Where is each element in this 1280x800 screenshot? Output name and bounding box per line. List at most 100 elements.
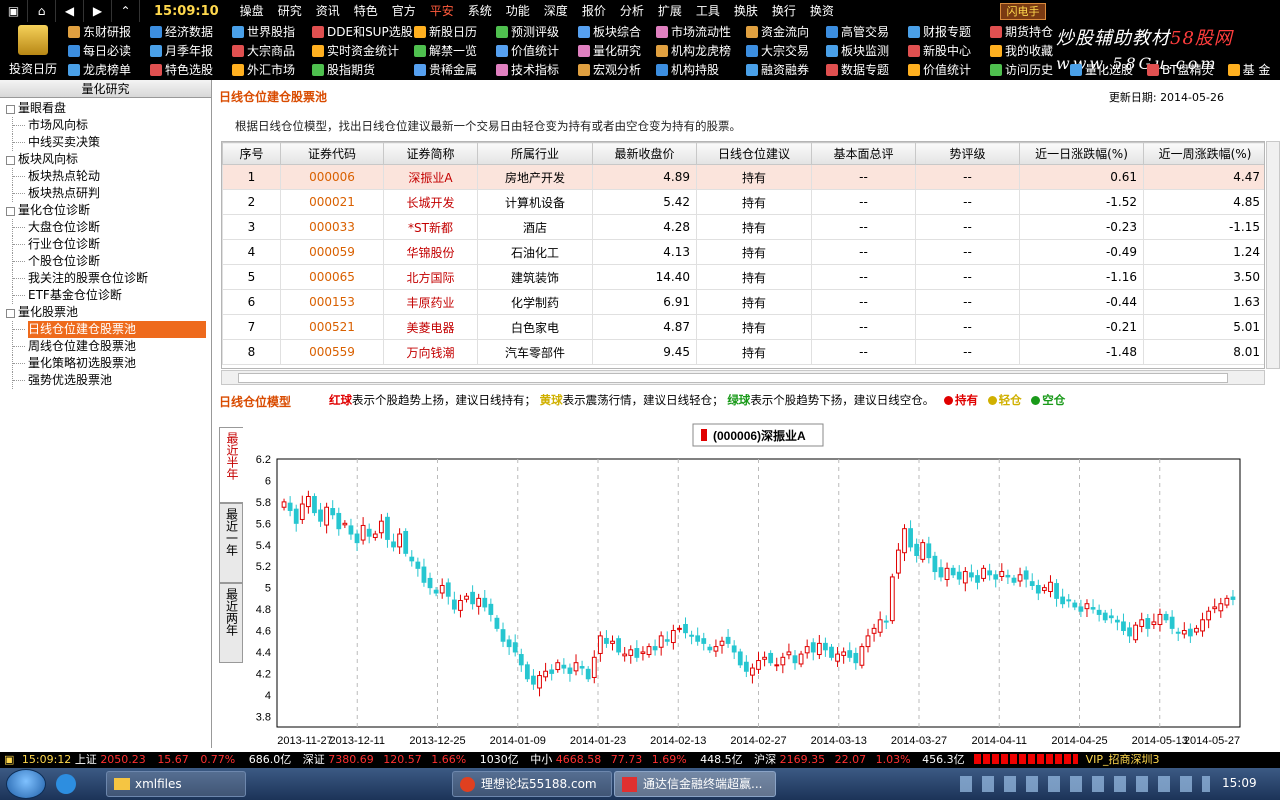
toolbar-item[interactable]: 外汇市场	[232, 60, 316, 79]
forward-icon[interactable]: ▶	[84, 0, 112, 22]
tab-two-years[interactable]: 最近两年	[219, 583, 243, 663]
vip-server[interactable]: VIP_招商深圳3	[1086, 753, 1160, 766]
table-row[interactable]: 7 000521 美菱电器 白色家电 4.87 持有 -- -- -0.21 5.01	[222, 314, 1264, 340]
menu-item-15[interactable]: 换资	[803, 0, 841, 22]
toolbar-item[interactable]: 实时资金统计	[312, 41, 399, 60]
toolbar-item[interactable]: 新股中心	[908, 41, 992, 60]
tree-node-10[interactable]: 我关注的股票仓位诊断	[0, 270, 211, 287]
toolbar-item[interactable]: 价值统计	[496, 41, 580, 60]
taskbar-clock[interactable]: 15:09	[1222, 776, 1257, 790]
toolbar-extra-item[interactable]: BT盘精灵	[1147, 60, 1214, 79]
toolbar-item[interactable]: 大宗交易	[746, 41, 830, 60]
tree-node-3[interactable]: 板块风向标	[0, 151, 211, 168]
back-icon[interactable]: ◀	[56, 0, 84, 22]
toolbar-item[interactable]: 价值统计	[908, 60, 992, 79]
toolbar-extra-item[interactable]: 基 金	[1227, 60, 1270, 79]
table-row[interactable]: 5 000065 北方国际 建筑装饰 14.40 持有 -- -- -1.16 3.50	[222, 264, 1264, 290]
taskbar-ie-icon[interactable]	[56, 774, 76, 794]
toolbar-item[interactable]: 预测评级	[496, 22, 580, 41]
home-icon[interactable]: ⌂	[28, 0, 56, 22]
toolbar-item[interactable]: 板块监测	[826, 41, 910, 60]
tree-node-9[interactable]: 个股仓位诊断	[0, 253, 211, 270]
menu-item-0[interactable]: 操盘	[233, 0, 271, 22]
column-header[interactable]: 最新收盘价	[592, 142, 697, 165]
tree-node-12[interactable]: 量化股票池	[0, 304, 211, 321]
toolbar-item[interactable]: 新股日历	[414, 22, 498, 41]
column-header[interactable]: 所属行业	[477, 142, 593, 165]
toolbar-item[interactable]: 经济数据	[150, 22, 234, 41]
tree-node-2[interactable]: 中线买卖决策	[0, 134, 211, 151]
toolbar-item[interactable]: 月季年报	[150, 41, 234, 60]
column-header[interactable]: 势评级	[915, 142, 1020, 165]
tree-node-13[interactable]: 日线仓位建仓股票池	[0, 321, 211, 338]
table-row[interactable]: 3 000033 *ST新都 酒店 4.28 持有 -- -- -0.23 -1.15	[222, 214, 1264, 240]
tree-node-1[interactable]: 市场风向标	[0, 117, 211, 134]
toolbar-item[interactable]: 宏观分析	[578, 60, 662, 79]
table-row[interactable]: 1 000006 深振业A 房地产开发 4.89 持有 -- -- 0.61 4.47	[222, 164, 1264, 190]
taskbar-item-forum[interactable]: 理想论坛55188.com	[452, 771, 612, 797]
table-vertical-scrollbar[interactable]	[1266, 141, 1280, 369]
toolbar-item[interactable]: 财报专题	[908, 22, 992, 41]
toolbar-item[interactable]: 技术指标	[496, 60, 580, 79]
column-header[interactable]: 基本面总评	[811, 142, 916, 165]
toolbar-extra-item[interactable]: 量化选股	[1070, 60, 1133, 79]
tree-node-5[interactable]: 板块热点研判	[0, 185, 211, 202]
toolbar-item[interactable]: 融资融券	[746, 60, 830, 79]
tree-node-15[interactable]: 量化策略初选股票池	[0, 355, 211, 372]
toolbar-item[interactable]: 市场流动性	[656, 22, 740, 41]
toolbar-item[interactable]: 数据专题	[826, 60, 910, 79]
flash-trade-button[interactable]: 闪电手	[1000, 3, 1046, 20]
menu-item-11[interactable]: 扩展	[651, 0, 689, 22]
column-header[interactable]: 证券代码	[280, 142, 384, 165]
menu-item-12[interactable]: 工具	[689, 0, 727, 22]
toolbar-item[interactable]: 每日必读	[68, 41, 152, 60]
menu-item-1[interactable]: 研究	[271, 0, 309, 22]
toolbar-item[interactable]: 资金流向	[746, 22, 830, 41]
tree-node-4[interactable]: 板块热点轮动	[0, 168, 211, 185]
menu-item-5[interactable]: 平安	[423, 0, 461, 22]
toolbar-item[interactable]: 世界股指	[232, 22, 316, 41]
toolbar-item[interactable]: DDE和SUP选股	[312, 22, 413, 41]
toolbar-item[interactable]: 机构持股	[656, 60, 740, 79]
column-header[interactable]: 证券简称	[383, 142, 478, 165]
toolbar-item[interactable]: 贵稀金属	[414, 60, 498, 79]
menu-item-14[interactable]: 换行	[765, 0, 803, 22]
taskbar-item-tdx[interactable]: 通达信金融终端超赢...	[614, 771, 776, 797]
tree-node-11[interactable]: ETF基金仓位诊断	[0, 287, 211, 304]
table-horizontal-scrollbar[interactable]	[221, 370, 1265, 385]
toolbar-item[interactable]: 板块综合	[578, 22, 662, 41]
column-header[interactable]: 近一周涨跌幅(%)	[1143, 142, 1264, 165]
tree-node-7[interactable]: 大盘仓位诊断	[0, 219, 211, 236]
scrollbar-thumb[interactable]	[238, 373, 1228, 383]
toolbar-item[interactable]: 东财研报	[68, 22, 152, 41]
tree-node-6[interactable]: 量化仓位诊断	[0, 202, 211, 219]
column-header[interactable]: 日线仓位建议	[696, 142, 812, 165]
tab-half-year[interactable]: 最近半年	[219, 427, 243, 503]
start-button[interactable]	[6, 769, 46, 799]
toolbar-item[interactable]: 股指期货	[312, 60, 396, 79]
menu-item-6[interactable]: 系统	[461, 0, 499, 22]
tree-node-16[interactable]: 强势优选股票池	[0, 372, 211, 389]
table-row[interactable]: 8 000559 万向钱潮 汽车零部件 9.45 持有 -- -- -1.48 8.01	[222, 339, 1264, 365]
toolbar-item[interactable]: 量化研究	[578, 41, 662, 60]
tab-one-year[interactable]: 最近一年	[219, 503, 243, 583]
menu-item-2[interactable]: 资讯	[309, 0, 347, 22]
menu-item-9[interactable]: 报价	[575, 0, 613, 22]
toolbar-item[interactable]: 解禁一览	[414, 41, 498, 60]
tray-icons[interactable]	[960, 776, 1210, 792]
column-header[interactable]: 近一日涨跌幅(%)	[1019, 142, 1144, 165]
menu-item-4[interactable]: 官方	[385, 0, 423, 22]
table-row[interactable]: 2 000021 长城开发 计算机设备 5.42 持有 -- -- -1.52 4.85	[222, 189, 1264, 215]
toolbar-item[interactable]: 机构龙虎榜	[656, 41, 740, 60]
toolbar-item[interactable]: 大宗商品	[232, 41, 316, 60]
tree-node-14[interactable]: 周线仓位建仓股票池	[0, 338, 211, 355]
table-row[interactable]: 6 000153 丰原药业 化学制药 6.91 持有 -- -- -0.44 1.63	[222, 289, 1264, 315]
menu-item-7[interactable]: 功能	[499, 0, 537, 22]
column-header[interactable]: 序号	[222, 142, 281, 165]
taskbar-item-xmlfiles[interactable]: xmlfiles	[106, 771, 246, 797]
toolbar-item[interactable]: 高管交易	[826, 22, 910, 41]
menu-item-10[interactable]: 分析	[613, 0, 651, 22]
menu-item-13[interactable]: 换肤	[727, 0, 765, 22]
toolbar-item[interactable]: 特色选股	[150, 60, 234, 79]
investment-calendar-button[interactable]: 投资日历	[0, 22, 66, 80]
